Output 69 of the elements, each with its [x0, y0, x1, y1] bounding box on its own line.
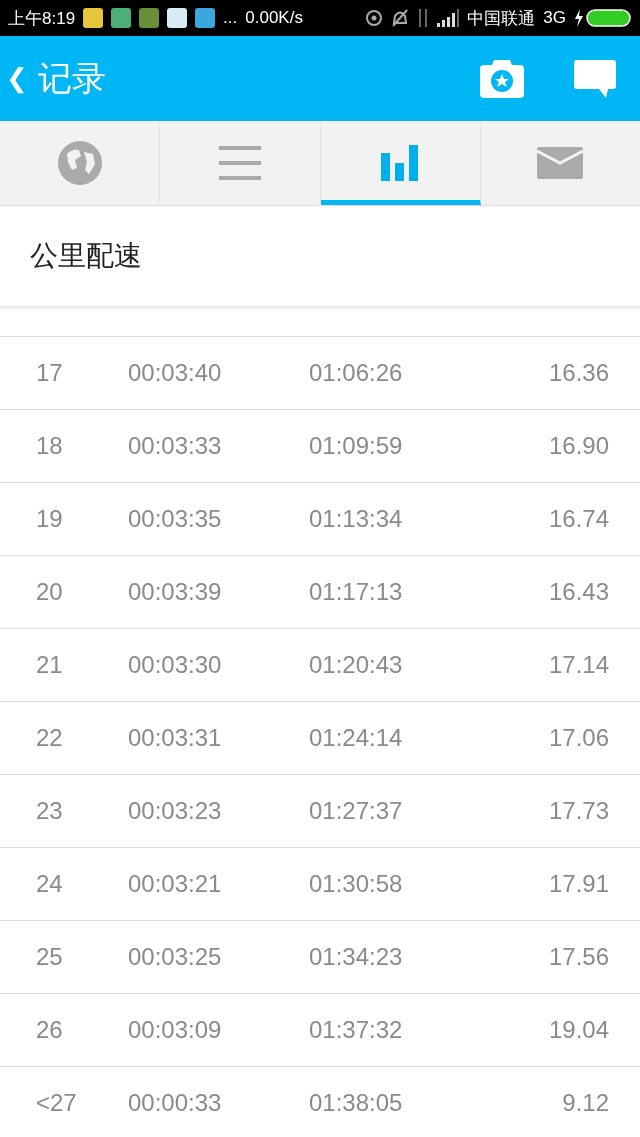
- globe-icon: [56, 140, 103, 186]
- speed-cell-text: 17.14: [547, 651, 609, 679]
- pace-cell-text: 00:03:25: [128, 943, 223, 971]
- notification-icon: [139, 8, 160, 28]
- bar-chart-icon: [381, 145, 420, 181]
- total-time-cell-text: 01:27:37: [309, 797, 404, 825]
- network-type: 3G: [543, 8, 566, 28]
- pace-cell-text: 00:00:33: [128, 1089, 223, 1117]
- signal-icon: [437, 9, 460, 27]
- pace-cell-text: 00:03:21: [128, 870, 223, 898]
- km-cell-text: 25: [35, 943, 64, 971]
- bell-off-icon: [391, 8, 410, 28]
- more-notifications: ...: [223, 8, 238, 28]
- notification-icon: [167, 8, 188, 28]
- speed-cell-text: 16.74: [547, 505, 609, 533]
- km-cell-text: 20: [35, 578, 64, 606]
- speed-cell-text: 17.06: [547, 724, 609, 752]
- pace-cell-text: 00:03:23: [128, 797, 223, 825]
- status-time: 上午8:19: [8, 7, 76, 30]
- km-cell-text: 26: [35, 1016, 64, 1044]
- speech-bubble-icon: [574, 59, 616, 98]
- speed-cell-text: 16.90: [547, 432, 609, 460]
- menu-icon: [218, 146, 261, 180]
- speed-cell-text: 9.12: [561, 1089, 609, 1117]
- total-time-cell-text: 01:38:05: [309, 1089, 404, 1117]
- pace-cell-text: 00:03:31: [128, 724, 223, 752]
- total-time-cell-text: 01:24:14: [309, 724, 404, 752]
- section-title: 公里配速: [30, 238, 142, 274]
- km-cell-text: 19: [35, 505, 64, 533]
- km-cell-text: <27: [35, 1089, 78, 1117]
- battery-charging-icon: [574, 9, 632, 27]
- total-time-cell-text: 01:20:43: [309, 651, 404, 679]
- pace-cell-text: 00:03:39: [128, 578, 223, 606]
- total-time-cell-text: 01:37:32: [309, 1016, 404, 1044]
- carrier-name: 中国联通: [467, 7, 536, 30]
- km-cell-text: 24: [35, 870, 64, 898]
- speed-cell-text: 17.56: [547, 943, 609, 971]
- total-time-cell-text: 01:06:26: [309, 359, 404, 387]
- total-time-cell-text: 01:13:34: [309, 505, 404, 533]
- km-cell-text: 18: [35, 432, 64, 460]
- back-button[interactable]: ❮: [6, 63, 38, 94]
- pace-cell-text: 00:03:09: [128, 1016, 223, 1044]
- pace-cell-text: 00:03:30: [128, 651, 223, 679]
- km-cell-text: 21: [35, 651, 64, 679]
- envelope-icon: [537, 147, 584, 179]
- network-speed: 0.00K/s: [245, 8, 303, 28]
- km-cell-text: 17: [35, 359, 64, 387]
- speed-cell-text: 16.43: [547, 578, 609, 606]
- total-time-cell-text: 01:30:58: [309, 870, 404, 898]
- camera-button[interactable]: [480, 59, 524, 98]
- notification-icon: [111, 8, 132, 28]
- notification-icon: [195, 8, 216, 28]
- pace-cell-text: 00:03:35: [128, 505, 223, 533]
- speed-cell-text: 17.91: [547, 870, 609, 898]
- pace-cell-text: 00:03:40: [128, 359, 223, 387]
- total-time-cell-text: 01:17:13: [309, 578, 404, 606]
- pace-cell-text: 00:03:33: [128, 432, 223, 460]
- notification-icon: [83, 8, 104, 28]
- page-title: 记录: [38, 56, 106, 100]
- camera-icon: [480, 59, 524, 98]
- km-cell-text: 22: [35, 724, 64, 752]
- speed-cell-text: 17.73: [547, 797, 609, 825]
- total-time-cell-text: 01:09:59: [309, 432, 404, 460]
- hotspot-icon: [365, 9, 384, 27]
- speed-cell-text: 16.36: [547, 359, 609, 387]
- total-time-cell-text: 01:34:23: [309, 943, 404, 971]
- message-button[interactable]: [574, 59, 616, 98]
- km-cell-text: 23: [35, 797, 64, 825]
- speed-cell-text: 19.04: [547, 1016, 609, 1044]
